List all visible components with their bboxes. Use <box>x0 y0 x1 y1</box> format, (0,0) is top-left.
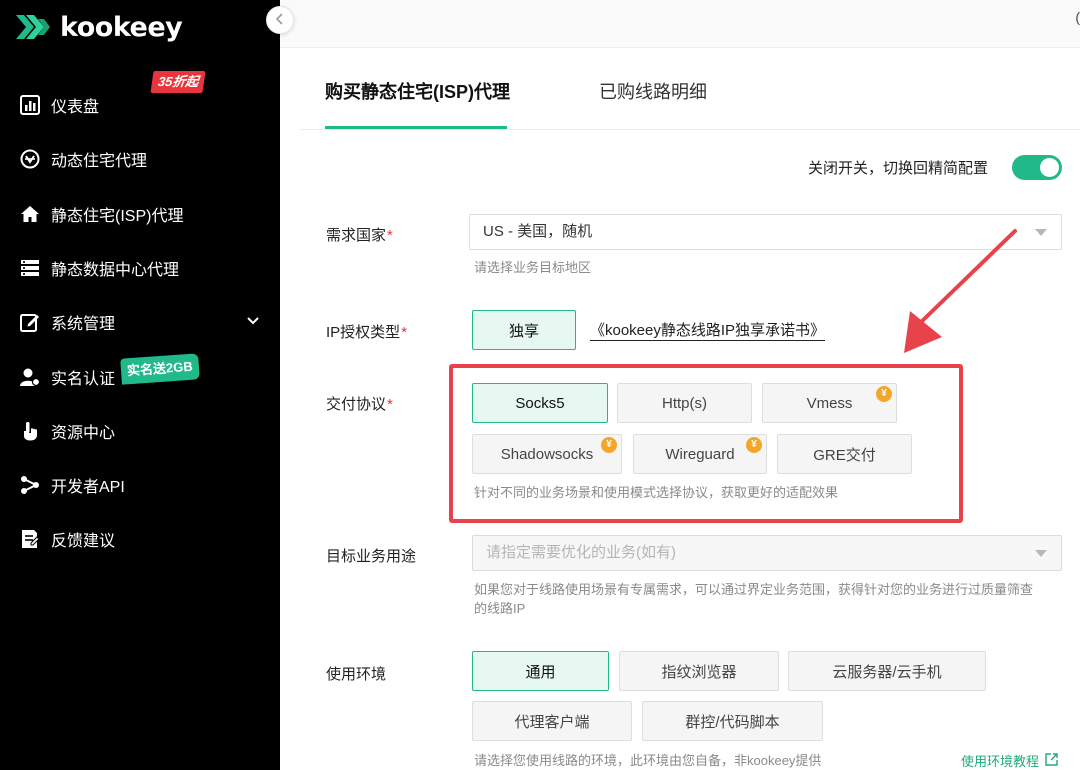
verify-promo-badge: 实名送2GB <box>120 353 200 385</box>
sidebar-item-label: 反馈建议 <box>51 533 116 550</box>
sidebar: kookeey 仪表盘 动态住宅代理 静态住宅(ISP)代理 静态数据中心代理 <box>0 0 280 770</box>
option-label: 独享 <box>508 322 539 340</box>
sidebar-item-dashboard[interactable]: 仪表盘 <box>0 85 280 125</box>
promo-badge: 35折起 <box>150 71 207 93</box>
topbar-edge-text: ( <box>1075 9 1080 25</box>
country-label: 需求国家* <box>326 227 393 244</box>
logo[interactable]: kookeey <box>14 11 183 43</box>
sidebar-item-label: 静态住宅(ISP)代理 <box>51 208 184 225</box>
sidebar-item-static-isp[interactable]: 静态住宅(ISP)代理 <box>0 194 280 234</box>
option-label: 通用 <box>525 663 556 681</box>
kookeey-logo-icon <box>14 13 52 41</box>
sidebar-item-label: 资源中心 <box>51 425 116 442</box>
feedback-icon <box>20 529 40 549</box>
environment-label: 使用环境 <box>326 666 387 683</box>
dashboard-chart-icon <box>20 95 40 115</box>
sidebar-item-system[interactable]: 系统管理 <box>0 302 280 342</box>
sidebar-item-developer-api[interactable]: 开发者API <box>0 465 280 505</box>
tutorial-link-label: 使用环境教程 <box>961 754 1040 769</box>
sidebar-item-label: 仪表盘 <box>51 99 100 116</box>
hand-pointer-icon <box>20 421 40 441</box>
sidebar-item-dynamic-proxy[interactable]: 动态住宅代理 <box>0 139 280 179</box>
sidebar-item-label: 动态住宅代理 <box>51 153 148 170</box>
toggle-knob <box>1040 158 1059 177</box>
edit-icon <box>20 312 40 332</box>
sidebar-item-label: 系统管理 <box>51 316 116 333</box>
config-mode-toggle[interactable] <box>1012 155 1062 180</box>
sidebar-item-feedback[interactable]: 反馈建议 <box>0 519 280 559</box>
chevron-left-icon <box>275 12 285 28</box>
business-label: 目标业务用途 <box>326 548 417 565</box>
country-select-value: US - 美国，随机 <box>483 223 593 240</box>
protocol-label: 交付协议* <box>326 396 393 413</box>
caret-down-icon <box>1035 229 1047 236</box>
highlight-box <box>449 364 963 523</box>
dynamic-proxy-icon <box>20 149 40 169</box>
tab-bar: 购买静态住宅(ISP)代理 已购线路明细 <box>300 48 1080 130</box>
toggle-label: 关闭开关，切换回精简配置 <box>808 160 989 177</box>
user-verify-icon <box>20 367 40 387</box>
env-option-cloud-server[interactable]: 云服务器/云手机 <box>788 651 986 691</box>
tab-purchased-lines[interactable]: 已购线路明细 <box>599 78 707 104</box>
annotation-arrow-icon <box>904 229 1017 353</box>
active-tab-underline <box>325 126 507 129</box>
sidebar-item-static-datacenter[interactable]: 静态数据中心代理 <box>0 248 280 288</box>
business-select-placeholder: 请指定需要优化的业务(如有) <box>486 544 676 561</box>
logo-text: kookeey <box>60 11 183 43</box>
sidebar-collapse-button[interactable] <box>266 6 294 34</box>
option-label: 云服务器/云手机 <box>832 663 942 681</box>
topbar: ( <box>280 0 1080 48</box>
api-nodes-icon <box>20 475 40 495</box>
option-label: 代理客户端 <box>514 713 590 731</box>
option-label: 指纹浏览器 <box>661 663 737 681</box>
sidebar-item-resources[interactable]: 资源中心 <box>0 411 280 451</box>
home-icon <box>20 204 40 224</box>
sidebar-item-label: 开发者API <box>51 479 125 496</box>
chevron-down-icon[interactable] <box>246 314 260 333</box>
sidebar-item-label: 静态数据中心代理 <box>51 262 180 279</box>
ip-auth-exclusive-option[interactable]: 独享 <box>472 310 576 350</box>
env-option-fingerprint-browser[interactable]: 指纹浏览器 <box>619 651 779 691</box>
business-select[interactable]: 请指定需要优化的业务(如有) <box>472 535 1062 571</box>
tab-buy-static-isp[interactable]: 购买静态住宅(ISP)代理 <box>325 78 510 104</box>
sidebar-item-label: 实名认证 <box>51 371 116 388</box>
business-hint-line2: 的线路IP <box>474 601 526 616</box>
server-icon <box>20 258 40 278</box>
external-link-icon <box>1045 752 1058 769</box>
env-option-script[interactable]: 群控/代码脚本 <box>642 701 823 741</box>
country-hint: 请选择业务目标地区 <box>474 260 592 275</box>
env-option-proxy-client[interactable]: 代理客户端 <box>472 701 632 741</box>
caret-down-icon <box>1035 550 1047 557</box>
environment-hint: 请选择您使用线路的环境，此环境由您自备，非kookeey提供 <box>474 753 822 768</box>
env-option-general[interactable]: 通用 <box>472 651 609 691</box>
exclusive-agreement-link[interactable]: 《kookeey静态线路IP独享承诺书》 <box>590 321 826 341</box>
option-label: 群控/代码脚本 <box>685 713 780 731</box>
environment-tutorial-link[interactable]: 使用环境教程 <box>961 751 1058 770</box>
ip-auth-label: IP授权类型* <box>326 324 408 341</box>
business-hint-line1: 如果您对于线路使用场景有专属需求，可以通过界定业务范围，获得针对您的业务进行过质… <box>474 582 1034 597</box>
